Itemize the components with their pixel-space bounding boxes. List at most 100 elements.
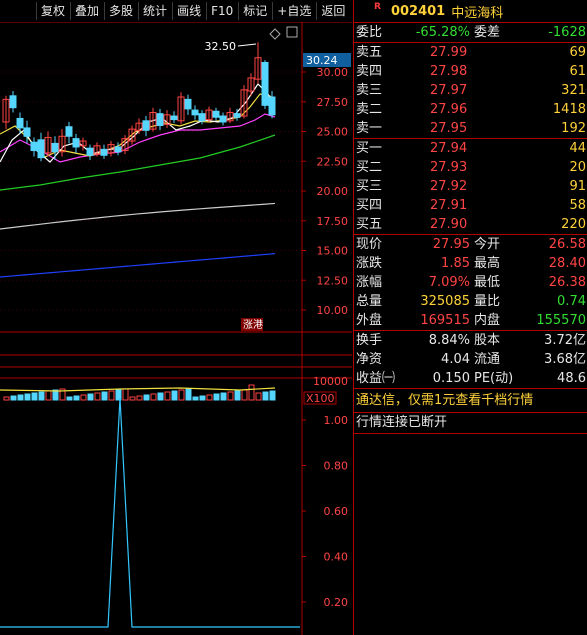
price-axis-label: 25.00 (317, 126, 349, 139)
level-volume: 61 (569, 64, 586, 79)
order-level-row[interactable]: 买三 27.92 91 (354, 177, 587, 196)
volume-bar (31, 392, 38, 401)
stat-value: 3.72亿 (544, 333, 586, 348)
volume-bar (136, 395, 143, 401)
stat-row: 现价 27.95 今开 26.58 (354, 235, 587, 254)
stat-label: 流通 (474, 352, 501, 367)
order-level-row[interactable]: 卖二 27.96 1418 (354, 100, 587, 119)
order-level-row[interactable]: 买四 27.91 58 (354, 196, 587, 215)
current-price-tag: 30.24 (306, 54, 338, 67)
volume-bar (122, 388, 129, 401)
candle-body (100, 148, 108, 156)
stock-code[interactable]: 002401 (391, 4, 445, 19)
level-price: 27.92 (430, 179, 468, 194)
toolbar-button-6[interactable]: 标记 (238, 2, 271, 20)
volume-bar (108, 390, 115, 401)
stat-row: 总量 325085 量比 0.74 (354, 292, 587, 311)
level-label: 卖二 (356, 102, 383, 117)
stock-name[interactable]: 中远海科 (451, 2, 503, 21)
level-price: 27.95 (430, 121, 468, 136)
order-level-row[interactable]: 卖三 27.97 321 (354, 81, 587, 100)
level-volume: 1418 (552, 102, 586, 117)
price-axis-label: 12.50 (317, 274, 349, 287)
candle-body (233, 113, 241, 118)
stat-value: 325085 (420, 294, 470, 309)
stat-label: 量比 (474, 294, 501, 309)
stat-label: 股本 (474, 333, 501, 348)
level-volume: 44 (569, 141, 586, 156)
toolbar-button-4[interactable]: 画线 (172, 2, 205, 20)
volume-bar (164, 391, 171, 401)
stat-row: 外盘 169515 内盘 155570 (354, 311, 587, 330)
volume-bar (17, 394, 24, 401)
volume-bar (129, 396, 136, 401)
stat-label: 换手 (356, 333, 383, 348)
level-price: 27.91 (430, 198, 468, 213)
candle-body (9, 95, 17, 109)
level-volume: 20 (569, 160, 586, 175)
stat-row: 涨幅 7.09% 最低 26.38 (354, 273, 587, 292)
volume-bar (24, 393, 31, 401)
level-volume: 192 (561, 121, 586, 136)
volume-bar (248, 384, 255, 401)
candle-body (23, 127, 31, 137)
order-level-row[interactable]: 买五 27.90 220 (354, 215, 587, 234)
upsell-notice[interactable]: 通达信，仅需1元查看千档行情 (354, 389, 587, 413)
toolbar-button-7[interactable]: +自选 (272, 2, 315, 20)
toolbar-button-0[interactable]: 复权 (36, 2, 69, 20)
candle-body (65, 126, 73, 137)
stat-label: 外盘 (356, 313, 383, 328)
weicha-value: -1628 (548, 25, 586, 40)
settings-box (286, 26, 298, 38)
toolbar-button-3[interactable]: 统计 (138, 2, 171, 20)
level-volume: 220 (561, 217, 586, 232)
volume-bar (150, 393, 157, 401)
volume-bar (199, 395, 206, 401)
stat-label: 最高 (474, 256, 501, 271)
fundamental-stats: 换手 8.84% 股本 3.72亿 净资 4.04 流通 3.68亿 收益㈠ 0.150 PE(动)… (354, 331, 587, 388)
level-label: 卖五 (356, 45, 383, 60)
chart-area[interactable]: 30.00 27.50 25.00 22.50 20.00 17.50 15.00 12.50… (0, 22, 352, 635)
level-label: 卖一 (356, 121, 383, 136)
stat-value: 48.6 (557, 371, 586, 386)
connection-status: 行情连接已断开 (354, 413, 587, 434)
stat-value: 0.74 (557, 294, 586, 309)
candle-body (114, 146, 122, 153)
stat-value: 8.84% (428, 333, 470, 348)
candle-body (261, 61, 269, 106)
candle-body (268, 96, 276, 116)
stat-label: 涨跌 (356, 256, 383, 271)
stat-value: 27.95 (432, 237, 470, 252)
bid-levels: 买一 27.94 44 买二 27.93 20 买三 27.92 91 买四 27.91 58 买五 27… (354, 139, 587, 234)
stat-value: 4.04 (441, 352, 470, 367)
weibi-label: 委比 (356, 25, 383, 40)
level-price: 27.99 (430, 45, 468, 60)
candle-body (51, 142, 59, 153)
level-price: 27.97 (430, 83, 468, 98)
toolbar-button-2[interactable]: 多股 (104, 2, 137, 20)
volume-bar (171, 390, 178, 401)
candle-body (198, 113, 206, 122)
stat-value: 0.150 (432, 371, 470, 386)
candle-body (72, 138, 80, 148)
level-volume: 58 (569, 198, 586, 213)
candle-body (30, 141, 38, 152)
price-axis-label: 22.50 (317, 155, 349, 168)
kline-chart-svg[interactable]: 30.00 27.50 25.00 22.50 20.00 17.50 15.00 12.50… (0, 22, 352, 635)
candle-body (184, 98, 192, 110)
weibi-row: 委比 -65.28% 委差 -1628 (354, 23, 587, 43)
candle-body (142, 120, 150, 131)
candle-body (191, 109, 199, 116)
level-price: 27.90 (430, 217, 468, 232)
order-level-row[interactable]: 买二 27.93 20 (354, 158, 587, 177)
toolbar-button-1[interactable]: 叠加 (70, 2, 103, 20)
toolbar-button-5[interactable]: F10 (206, 2, 237, 20)
stat-label: 现价 (356, 237, 383, 252)
level-label: 买二 (356, 160, 383, 175)
order-level-row[interactable]: 买一 27.94 44 (354, 139, 587, 158)
order-level-row[interactable]: 卖一 27.95 192 (354, 119, 587, 138)
order-level-row[interactable]: 卖四 27.98 61 (354, 62, 587, 81)
toolbar-button-8[interactable]: 返回 (316, 2, 349, 20)
volume-bar (227, 391, 234, 401)
order-level-row[interactable]: 卖五 27.99 69 (354, 43, 587, 62)
